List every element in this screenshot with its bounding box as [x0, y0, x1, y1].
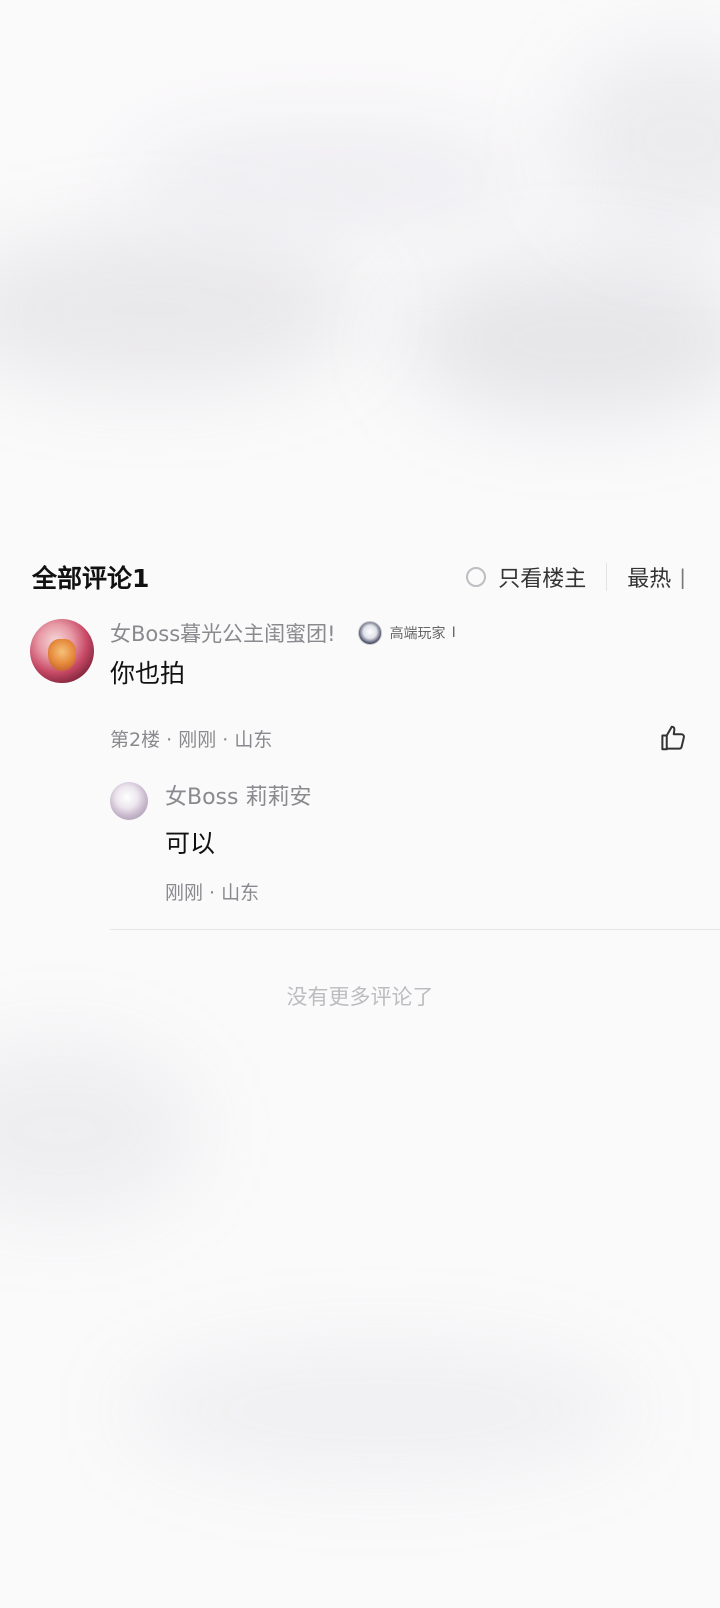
background-blur — [120, 1340, 640, 1480]
comment-meta: 第2楼 · 刚刚 · 山东 — [110, 728, 273, 751]
background-blur — [0, 230, 360, 390]
background-blur — [0, 1040, 200, 1220]
header-controls: 只看楼主 最热 | — [466, 555, 686, 599]
reply-body: 女Boss 莉莉安 可以 刚刚 · 山东 — [165, 780, 720, 910]
avatar[interactable] — [30, 619, 94, 683]
reply-divider — [110, 929, 720, 930]
comments-header: 全部评论1 只看楼主 最热 | — [32, 555, 686, 599]
comment-username[interactable]: 女Boss暮光公主闺蜜团! — [110, 618, 336, 648]
badge-text: 高端玩家 — [389, 626, 446, 642]
comment-meta-row: 第2楼 · 刚刚 · 山东 — [110, 721, 690, 755]
only-op-label[interactable]: 只看楼主 — [498, 561, 586, 593]
comments-page: 全部评论1 只看楼主 最热 | 女Boss暮光公主闺蜜团! 高端玩家 I 你也拍… — [0, 0, 720, 1608]
user-badge[interactable]: 高端玩家 I — [357, 621, 456, 645]
reply-text[interactable]: 可以 — [165, 824, 720, 864]
player-badge-icon — [357, 621, 382, 645]
comment-text[interactable]: 你也拍 — [110, 655, 690, 693]
sort-hot-button[interactable]: 最热 — [627, 561, 671, 593]
reply-username[interactable]: 女Boss 莉莉安 — [165, 780, 720, 816]
no-more-comments: 没有更多评论了 — [286, 985, 434, 1009]
avatar[interactable] — [110, 782, 148, 820]
reply-meta: 刚刚 · 山东 — [165, 882, 260, 904]
reply-item: 女Boss 莉莉安 可以 刚刚 · 山东 — [110, 780, 720, 930]
only-op-radio[interactable] — [466, 567, 487, 587]
badge-suffix: I — [451, 625, 456, 641]
background-blur — [400, 260, 720, 420]
comment-name-row: 女Boss暮光公主闺蜜团! 高端玩家 I — [110, 617, 690, 649]
sort-lines-icon[interactable]: | — [679, 565, 686, 589]
header-divider — [606, 563, 608, 591]
thumbs-up-icon[interactable] — [656, 721, 690, 755]
background-blur — [120, 120, 540, 240]
comment-body: 女Boss暮光公主闺蜜团! 高端玩家 I 你也拍 第2楼 · 刚刚 · 山东 — [110, 617, 690, 755]
comments-title: 全部评论1 — [32, 564, 150, 593]
background-blur — [560, 40, 720, 240]
